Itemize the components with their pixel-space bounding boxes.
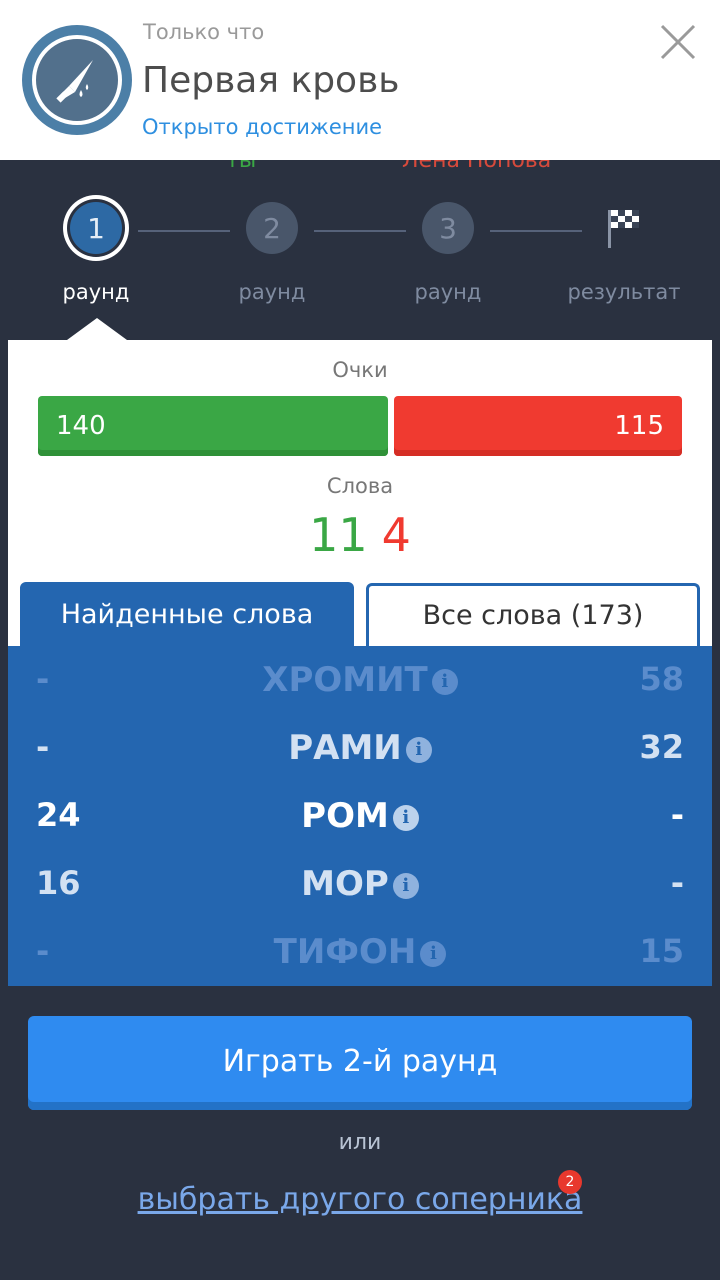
step-label-round-2: раунд <box>238 280 306 304</box>
bloody-knife-icon <box>56 60 93 103</box>
opponent-word-score: 32 <box>639 728 684 766</box>
notification-subtitle[interactable]: Открыто достижение <box>142 115 382 139</box>
player-words-count: 11 <box>309 508 368 562</box>
player-points-bar: 140 <box>38 396 388 456</box>
active-step-pointer <box>67 318 127 340</box>
step-round-1[interactable]: 1 <box>70 202 122 254</box>
play-round-button[interactable]: Играть 2-й раунд <box>28 1016 692 1110</box>
opponent-word-score: - <box>670 864 684 902</box>
info-icon[interactable]: i <box>431 669 458 695</box>
info-icon[interactable]: i <box>420 941 447 967</box>
step-label-result: результат <box>567 280 681 304</box>
step-round-2[interactable]: 2 <box>246 202 298 254</box>
opponent-word-score: 58 <box>639 660 684 698</box>
list-item[interactable]: - РАМИ i 32 <box>8 714 712 782</box>
notification-time: Только что <box>143 20 265 44</box>
notification-title: Первая кровь <box>142 60 400 101</box>
info-icon[interactable]: i <box>392 805 419 831</box>
list-item[interactable]: - ХРОМИТ i 58 <box>8 646 712 714</box>
step-round-3[interactable]: 3 <box>422 202 474 254</box>
or-label: или <box>338 1130 382 1155</box>
notification-count-badge: 2 <box>558 1170 582 1194</box>
score-card: Очки 140 115 Слова 11 4 Найденные слова В… <box>8 340 712 648</box>
opponent-points-bar: 115 <box>394 396 682 456</box>
word-text: РОМ <box>301 796 389 836</box>
words-label: Слова <box>326 474 394 498</box>
word-list[interactable]: - ХРОМИТ i 58 - РАМИ i 32 24 РОМ i - 16 МОР… <box>8 646 712 986</box>
opponent-words-count: 4 <box>381 508 411 562</box>
checkered-flag-icon[interactable] <box>604 206 644 250</box>
tab-found-words[interactable]: Найденные слова <box>20 582 354 648</box>
word-text: МОР <box>301 864 389 904</box>
info-icon[interactable]: i <box>392 873 419 899</box>
info-icon[interactable]: i <box>405 737 432 763</box>
word-text: РАМИ <box>288 728 402 768</box>
achievement-notification[interactable]: Только что Первая кровь Открыто достижен… <box>0 0 720 160</box>
opponent-word-score: 15 <box>639 932 684 970</box>
word-text: ХРОМИТ <box>262 660 428 700</box>
words-count: 11 4 <box>8 508 712 562</box>
word-text: ТИФОН <box>273 932 417 972</box>
step-label-round-1: раунд <box>62 280 130 304</box>
choose-opponent-link[interactable]: выбрать другого соперника <box>0 1182 720 1217</box>
tab-all-words[interactable]: Все слова (173) <box>366 583 700 647</box>
list-item[interactable]: 16 МОР i - <box>8 850 712 918</box>
stepper-connector <box>138 230 230 232</box>
round-stepper: 1 раунд 2 раунд 3 раунд результат <box>0 192 720 312</box>
stepper-connector <box>314 230 406 232</box>
opponent-word-score: - <box>670 796 684 834</box>
achievement-badge <box>22 25 132 135</box>
step-label-round-3: раунд <box>414 280 482 304</box>
list-item[interactable]: - ТИФОН i 15 <box>8 918 712 986</box>
list-item[interactable]: 24 РОМ i - <box>8 782 712 850</box>
points-label: Очки <box>332 358 388 382</box>
close-icon[interactable] <box>656 20 700 64</box>
stepper-connector <box>490 230 582 232</box>
